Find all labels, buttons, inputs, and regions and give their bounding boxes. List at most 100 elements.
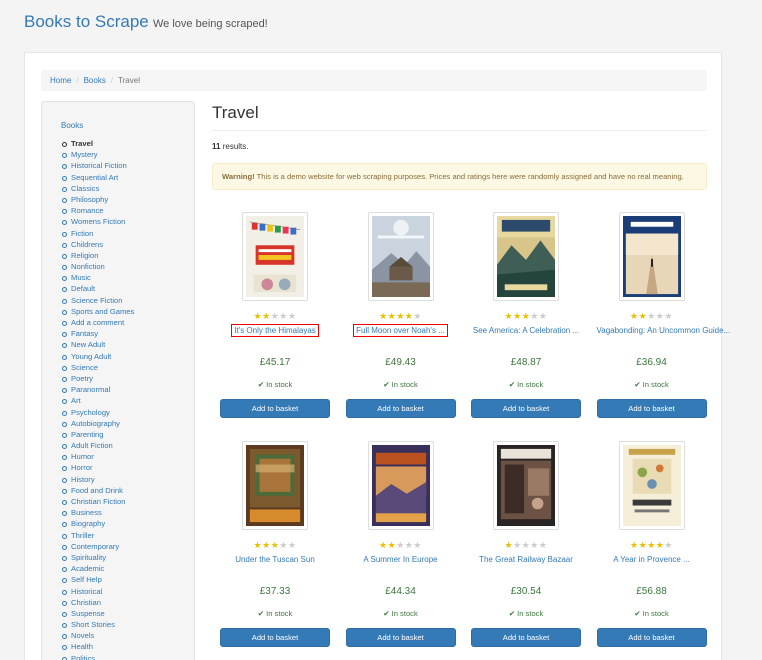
book-title-link[interactable]: Full Moon over Noah's ...: [353, 324, 448, 337]
sidebar-category-default[interactable]: Default: [62, 283, 134, 294]
sidebar-category-novels[interactable]: Novels: [62, 630, 134, 641]
sidebar-category-sequential-art[interactable]: Sequential Art: [62, 172, 134, 183]
product-card: ★★★★★ It's Only the Himalayas £45.17 ✔ In st…: [220, 212, 330, 418]
add-to-basket-button[interactable]: Add to basket: [596, 628, 707, 647]
book-title-wrapper: Full Moon over Noah's ...: [346, 324, 456, 337]
site-title-link[interactable]: Books to Scrape: [24, 12, 149, 31]
breadcrumb-separator: /: [76, 76, 79, 85]
sidebar-category-biography[interactable]: Biography: [62, 518, 134, 529]
add-to-basket-button[interactable]: Add to basket: [596, 399, 707, 418]
sidebar-category-historical[interactable]: Historical: [62, 586, 134, 597]
add-to-basket-button[interactable]: Add to basket: [220, 628, 330, 647]
star-icon: ★: [396, 311, 405, 321]
sidebar-category-suspense[interactable]: Suspense: [62, 608, 134, 619]
checkmark-icon: ✔: [257, 380, 265, 389]
star-rating: ★★★★★: [597, 540, 707, 551]
warning-label: Warning!: [222, 172, 255, 181]
sidebar-category-mystery[interactable]: Mystery: [62, 149, 134, 160]
add-to-basket-button[interactable]: Add to basket: [345, 628, 456, 647]
add-to-basket-button[interactable]: Add to basket: [220, 399, 330, 418]
sidebar-category-contemporary[interactable]: Contemporary: [62, 541, 134, 552]
sidebar-category-fiction[interactable]: Fiction: [62, 228, 134, 239]
sidebar-category-philosophy[interactable]: Philosophy: [62, 194, 134, 205]
book-title-link[interactable]: A Year in Provence ...: [613, 555, 690, 564]
sidebar-category-christian-fiction[interactable]: Christian Fiction: [62, 496, 134, 507]
book-price: £36.94: [636, 357, 667, 368]
add-to-basket-button[interactable]: Add to basket: [471, 628, 581, 647]
sidebar-category-childrens[interactable]: Childrens: [62, 239, 134, 250]
book-title-link[interactable]: Under the Tuscan Sun: [235, 555, 315, 564]
add-to-basket-button[interactable]: Add to basket: [471, 399, 581, 418]
sidebar-category-classics[interactable]: Classics: [62, 183, 134, 194]
sidebar-category-politics[interactable]: Politics: [62, 653, 134, 660]
book-title-link[interactable]: Vagabonding: An Uncommon Guide...: [597, 326, 731, 335]
availability-status: ✔ In stock: [597, 609, 707, 618]
sidebar-category-travel[interactable]: Travel: [62, 138, 134, 149]
sidebar-category-nonfiction[interactable]: Nonfiction: [62, 261, 134, 272]
checkmark-icon: ✔: [383, 380, 390, 389]
sidebar-category-art[interactable]: Art: [62, 395, 134, 406]
star-icon: ★: [262, 311, 271, 321]
book-cover-image[interactable]: [242, 441, 308, 530]
breadcrumb-books-link[interactable]: Books: [84, 76, 106, 85]
sidebar-category-psychology[interactable]: Psychology: [62, 407, 134, 418]
sidebar-category-academic[interactable]: Academic: [62, 563, 134, 574]
sidebar-category-historical-fiction[interactable]: Historical Fiction: [62, 160, 134, 171]
sidebar-category-short-stories[interactable]: Short Stories: [62, 619, 134, 630]
star-icon: ★: [538, 311, 548, 321]
availability-status: ✔ In stock: [346, 609, 456, 618]
sidebar-books-link[interactable]: Books: [61, 121, 83, 130]
star-icon: ★: [630, 540, 639, 550]
book-cover-image[interactable]: [493, 441, 559, 530]
sidebar-category-autobiography[interactable]: Autobiography: [62, 418, 134, 429]
sidebar-category-thriller[interactable]: Thriller: [62, 530, 134, 541]
book-cover-image[interactable]: [493, 212, 559, 301]
book-title-link[interactable]: A Summer In Europe: [363, 555, 437, 564]
sidebar-category-spirituality[interactable]: Spirituality: [62, 552, 134, 563]
sidebar-category-romance[interactable]: Romance: [62, 205, 134, 216]
sidebar-category-science[interactable]: Science: [62, 362, 134, 373]
sidebar-category-horror[interactable]: Horror: [62, 462, 134, 473]
sidebar-category-young-adult[interactable]: Young Adult: [62, 351, 134, 362]
book-cover-image[interactable]: [367, 441, 434, 530]
book-price: £49.43: [385, 357, 416, 368]
warning-text: This is a demo website for web scraping …: [256, 172, 684, 181]
sidebar-category-self-help[interactable]: Self Help: [62, 574, 134, 585]
sidebar-category-music[interactable]: Music: [62, 272, 134, 283]
checkmark-icon: ✔: [634, 380, 641, 389]
sidebar-category-paranormal[interactable]: Paranormal: [62, 384, 134, 395]
sidebar-category-new-adult[interactable]: New Adult: [62, 339, 134, 350]
sidebar-category-history[interactable]: History: [62, 474, 134, 485]
book-title-link[interactable]: See America: A Celebration ...: [473, 326, 579, 335]
title-divider: [212, 130, 707, 131]
star-icon: ★: [664, 540, 673, 550]
book-cover-image[interactable]: [618, 212, 685, 301]
sidebar-category-humor[interactable]: Humor: [62, 451, 134, 462]
book-title-link[interactable]: The Great Railway Bazaar: [479, 555, 573, 564]
sidebar-category-health[interactable]: Health: [62, 641, 134, 652]
breadcrumb-home-link[interactable]: Home: [50, 76, 71, 85]
sidebar-category-food-and-drink[interactable]: Food and Drink: [62, 485, 134, 496]
sidebar-category-adult-fiction[interactable]: Adult Fiction: [62, 440, 134, 451]
sidebar-category-religion[interactable]: Religion: [62, 250, 134, 261]
book-cover-image[interactable]: [367, 212, 434, 301]
sidebar-category-christian[interactable]: Christian: [62, 597, 134, 608]
sidebar-category-womens-fiction[interactable]: Womens Fiction: [62, 216, 134, 227]
add-to-basket-button[interactable]: Add to basket: [345, 399, 456, 418]
book-cover-image[interactable]: [242, 212, 308, 301]
availability-text: In stock: [391, 380, 418, 389]
sidebar-category-science-fiction[interactable]: Science Fiction: [62, 295, 134, 306]
sidebar-category-sports-and-games[interactable]: Sports and Games: [62, 306, 134, 317]
sidebar-category-parenting[interactable]: Parenting: [62, 429, 134, 440]
results-label: results.: [222, 142, 249, 151]
star-icon: ★: [638, 540, 648, 550]
sidebar-category-fantasy[interactable]: Fantasy: [62, 328, 134, 339]
book-price: £56.88: [636, 586, 667, 597]
star-icon: ★: [538, 540, 548, 550]
sidebar-category-poetry[interactable]: Poetry: [62, 373, 134, 384]
book-title-link[interactable]: It's Only the Himalayas: [231, 324, 319, 337]
book-title-wrapper: A Year in Provence ...: [597, 555, 707, 564]
book-cover-image[interactable]: [618, 441, 685, 530]
sidebar-category-business[interactable]: Business: [62, 507, 134, 518]
sidebar-category-add-a-comment[interactable]: Add a comment: [62, 317, 134, 328]
